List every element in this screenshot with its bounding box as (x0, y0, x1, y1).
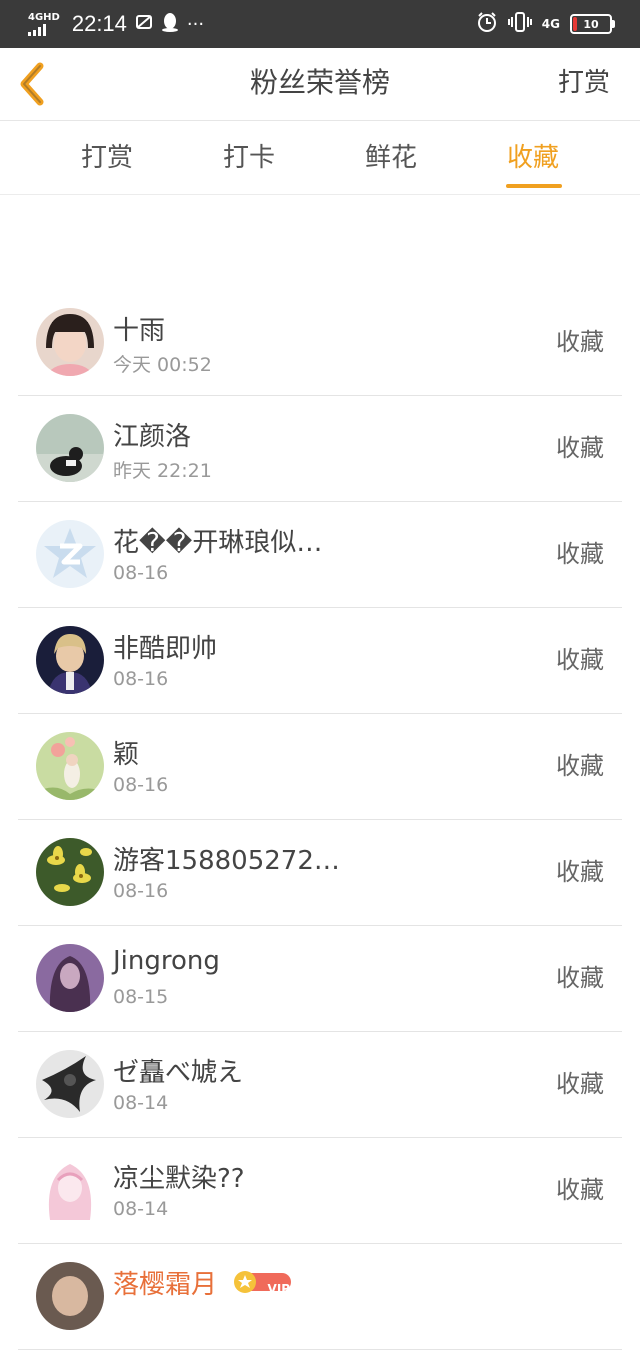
more-notifications: ··· (186, 13, 205, 35)
mobile-data-tag: 4G (541, 17, 560, 31)
timestamp: 08-16 (113, 562, 169, 584)
list-item[interactable]: 游客158805272… 08-16 收藏 (18, 820, 622, 926)
list-item[interactable]: 颖 08-16 收藏 (18, 714, 622, 820)
timestamp: 昨天 22:21 (113, 460, 212, 482)
clock: 22:14 (71, 11, 127, 36)
user-name: 颖 (113, 740, 140, 770)
timestamp: 今天 00:52 (113, 354, 212, 376)
avatar (36, 626, 104, 694)
avatar (36, 732, 104, 800)
list-item[interactable]: 江颜洛 昨天 22:21 收藏 (18, 396, 622, 502)
list-item[interactable]: 花��开琳琅似… 08-16 收藏 (18, 502, 622, 608)
user-name: ゼ矗べ虓え (113, 1058, 244, 1088)
user-name: Jingrong (113, 946, 220, 976)
timestamp: 08-14 (113, 1092, 169, 1114)
avatar (36, 414, 104, 482)
status-bar: 4GHD 22:14 ··· 4G 10 (0, 0, 640, 48)
user-name-text: 落樱霜月 (113, 1270, 218, 1300)
network-tag: 4GHD (28, 11, 60, 23)
action-label: 收藏 (556, 646, 604, 674)
list-item[interactable]: 十雨 今天 00:52 收藏 (18, 290, 622, 396)
tab-flowers[interactable]: 鲜花 (320, 121, 462, 194)
list-item[interactable]: 落樱霜月 VIP (18, 1244, 622, 1350)
qq-penguin-icon (161, 12, 179, 37)
tab-favorites[interactable]: 收藏 (462, 121, 604, 194)
action-label: 收藏 (556, 858, 604, 886)
list-item[interactable]: Jingrong 08-15 收藏 (18, 926, 622, 1032)
action-label: 收藏 (556, 1176, 604, 1204)
avatar (36, 308, 104, 376)
user-name: 游客158805272… (113, 846, 340, 876)
mute-icon (135, 13, 153, 36)
action-label: 收藏 (556, 1070, 604, 1098)
user-name: 江颜洛 (113, 422, 192, 452)
list-item[interactable]: ゼ矗べ虓え 08-14 收藏 (18, 1032, 622, 1138)
tab-label: 鲜花 (364, 143, 417, 173)
fan-list: 十雨 今天 00:52 收藏 江颜洛 昨天 22:21 收藏 花��开琳琅似… … (18, 290, 622, 1350)
battery-level: 10 (583, 17, 599, 31)
action-label: 收藏 (556, 752, 604, 780)
timestamp: 08-16 (113, 880, 169, 902)
vibrate-icon (507, 11, 532, 37)
timestamp: 08-14 (113, 1198, 169, 1220)
avatar (36, 944, 104, 1012)
user-name: 十雨 (113, 316, 166, 346)
tab-reward[interactable]: 打赏 (36, 121, 178, 194)
tab-label: 打卡 (222, 143, 275, 173)
reward-button[interactable]: 打赏 (558, 48, 610, 120)
user-name: 花��开琳琅似… (113, 528, 323, 558)
alarm-icon (476, 11, 498, 37)
avatar (36, 1050, 104, 1118)
action-label: 收藏 (556, 964, 604, 992)
avatar (36, 1156, 104, 1224)
tab-label: 收藏 (506, 143, 559, 173)
list-item[interactable]: 凉尘默染?? 08-14 收藏 (18, 1138, 622, 1244)
action-label: 收藏 (556, 540, 604, 568)
active-tab-indicator (506, 184, 562, 188)
timestamp: 08-16 (113, 668, 169, 690)
vip-badge: VIP (233, 1270, 324, 1301)
timestamp: 08-16 (113, 774, 169, 796)
action-label: 收藏 (556, 434, 604, 462)
avatar (36, 838, 104, 906)
action-label: 收藏 (556, 328, 604, 356)
user-name: 非酷即帅 (113, 634, 218, 664)
tab-checkin[interactable]: 打卡 (178, 121, 320, 194)
user-name: 落樱霜月 VIP (113, 1264, 324, 1301)
timestamp: 08-15 (113, 986, 169, 1008)
user-name: 凉尘默染?? (113, 1164, 245, 1194)
status-bar-right: 4G 10 (476, 0, 615, 48)
default-avatar-icon (36, 520, 104, 588)
battery-icon: 10 (570, 14, 615, 34)
signal-icon: 4GHD (28, 11, 60, 36)
tab-bar: 打赏 打卡 鲜花 收藏 (0, 121, 640, 195)
page-title: 粉丝荣誉榜 (249, 66, 390, 99)
avatar (36, 1262, 104, 1330)
status-bar-left: 4GHD 22:14 ··· (28, 0, 204, 48)
vip-text: VIP (267, 1282, 291, 1296)
nav-header: 粉丝荣誉榜 打赏 (0, 48, 640, 121)
tab-label: 打赏 (80, 143, 133, 173)
list-item[interactable]: 非酷即帅 08-16 收藏 (18, 608, 622, 714)
